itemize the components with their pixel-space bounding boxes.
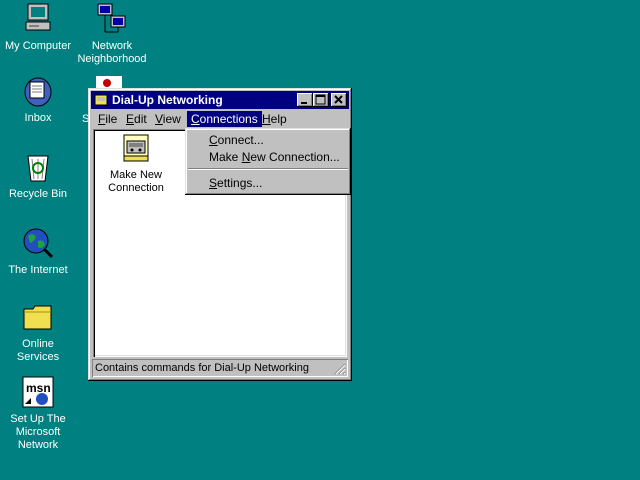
desktop-icon-inbox[interactable]: Inbox (0, 74, 76, 125)
svg-text:msn: msn (26, 381, 51, 395)
status-text: Contains commands for Dial-Up Networking (95, 362, 309, 374)
desktop-icon-label: My Computer (4, 40, 72, 52)
maximize-button[interactable] (313, 93, 329, 107)
make-new-connection-icon (120, 133, 152, 165)
desktop-icon-label: Inbox (24, 112, 52, 124)
menu-item-make-new-connection[interactable]: Make New Connection... (188, 149, 348, 165)
menu-file[interactable]: File (94, 111, 121, 127)
desktop-icon-the-internet[interactable]: The Internet (0, 226, 76, 277)
menu-help[interactable]: Help (258, 111, 291, 127)
desktop-icon-recycle-bin[interactable]: Recycle Bin (0, 150, 76, 201)
desktop-icon-label: Online Services (16, 338, 60, 363)
desktop-icon-online-services[interactable]: Online Services (0, 300, 76, 364)
menu-view[interactable]: View (151, 111, 185, 127)
desktop-icon-network-neighborhood[interactable]: Network Neighborhood (74, 2, 150, 66)
menu-bar: File Edit View Connections Help (91, 110, 349, 128)
connections-dropdown-menu[interactable]: Connect... Make New Connection... Settin… (185, 128, 351, 195)
menu-item-settings[interactable]: Settings... (188, 175, 348, 191)
minimize-button[interactable] (297, 93, 313, 107)
desktop-icon-label: Set Up The Microsoft Network (10, 413, 66, 451)
menu-item-connect[interactable]: Connect... (188, 132, 348, 148)
msn-icon: msn (21, 375, 55, 409)
desktop-icon-label: Network Neighborhood (77, 40, 147, 65)
menu-separator (188, 168, 348, 170)
make-new-connection-item[interactable]: Make New Connection (101, 133, 171, 195)
dial-up-networking-icon (94, 93, 108, 106)
menu-edit[interactable]: Edit (122, 111, 151, 127)
resize-grip-icon[interactable] (334, 363, 346, 375)
status-bar: Contains commands for Dial-Up Networking (92, 359, 348, 377)
desktop-icon-msn-setup[interactable]: msn Set Up The Microsoft Network (0, 375, 76, 452)
make-new-connection-label: Make New Connection (108, 169, 164, 194)
my-computer-icon (21, 2, 55, 36)
close-button[interactable] (331, 93, 347, 107)
internet-icon (21, 226, 55, 260)
desktop-icon-label: The Internet (8, 264, 68, 276)
title-bar[interactable]: Dial-Up Networking (91, 91, 349, 109)
folder-icon (21, 300, 55, 334)
menu-connections[interactable]: Connections (187, 111, 262, 127)
desktop-icon-my-computer[interactable]: My Computer (0, 2, 76, 53)
desktop-icon-label: Recycle Bin (8, 188, 68, 200)
inbox-icon (21, 74, 55, 108)
recycle-bin-icon (21, 150, 55, 184)
network-neighborhood-icon (95, 2, 129, 36)
window-title: Dial-Up Networking (112, 93, 223, 107)
